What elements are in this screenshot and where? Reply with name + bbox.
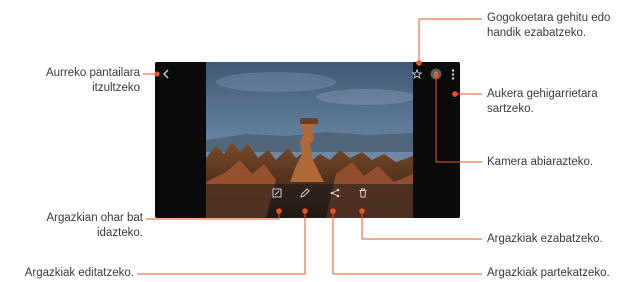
share-callout-label: Argazkiak partekatzeko. bbox=[487, 266, 633, 281]
note-callout-line2: idazteko. bbox=[96, 227, 143, 239]
more-callout-line2: sartzeko. bbox=[487, 103, 534, 115]
more-callout-label: Aukera gehigarrietara sartzeko. bbox=[487, 87, 633, 117]
more-callout-line1: Aukera gehigarrietara bbox=[487, 88, 598, 100]
favorite-callout-line2: handik ezabatzeko. bbox=[487, 27, 587, 39]
favorite-callout-label: Gogokoetara gehitu edo handik ezabatzeko… bbox=[487, 11, 633, 41]
delete-callout-label: Argazkiak ezabatzeko. bbox=[487, 232, 633, 247]
back-callout-line2: itzultzeko bbox=[92, 82, 140, 94]
edit-callout-text: Argazkiak editatzeko. bbox=[24, 267, 134, 279]
delete-callout-text: Argazkiak ezabatzeko. bbox=[487, 233, 603, 245]
back-callout-line1: Aurreko pantailara bbox=[46, 67, 140, 79]
note-callout-label: Argazkian ohar bat idazteko. bbox=[0, 211, 143, 241]
favorite-callout-line1: Gogokoetara gehitu edo bbox=[487, 12, 611, 24]
share-callout-text: Argazkiak partekatzeko. bbox=[487, 267, 610, 279]
back-callout-label: Aurreko pantailara itzultzeko bbox=[0, 66, 140, 96]
camera-callout-label: Kamera abiarazteko. bbox=[487, 155, 633, 170]
edit-callout-label: Argazkiak editatzeko. bbox=[0, 266, 134, 281]
camera-callout-text: Kamera abiarazteko. bbox=[487, 156, 594, 168]
note-callout-line1: Argazkian ohar bat bbox=[46, 212, 143, 224]
